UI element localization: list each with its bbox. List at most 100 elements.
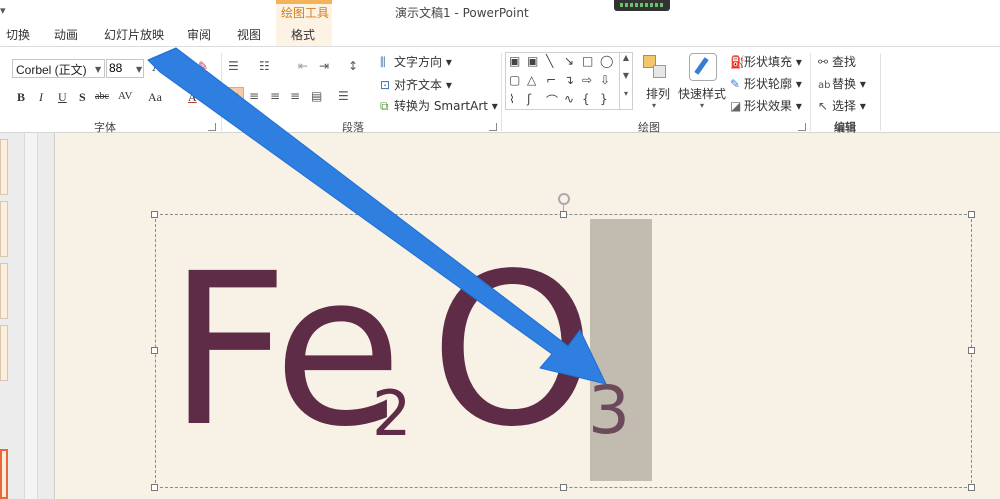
columns-icon[interactable]: ☰	[338, 89, 349, 103]
slide-thumbnail[interactable]	[0, 325, 8, 381]
smartart-icon: ⧉	[380, 99, 389, 113]
slide-thumbnail-active[interactable]	[0, 449, 8, 499]
gallery-down-icon[interactable]: ▼	[620, 71, 632, 89]
bold-button[interactable]: B	[17, 90, 25, 105]
increase-indent-icon[interactable]: ⇥	[319, 59, 329, 73]
clear-formatting-icon[interactable]: ✎	[198, 59, 208, 73]
arc-shape-icon[interactable]: ⌒	[546, 92, 558, 109]
slide-thumbnail[interactable]	[0, 263, 8, 319]
find-label: 查找	[832, 55, 857, 69]
align-text-button[interactable]: ⊡ 对齐文本 ▾	[380, 76, 452, 93]
tab-animations[interactable]: 动画	[54, 26, 78, 43]
font-dialog-launcher-icon[interactable]	[208, 123, 216, 131]
drawing-group-label: 绘图	[638, 121, 660, 134]
tab-slideshow[interactable]: 幻灯片放映	[104, 26, 164, 43]
rounded-rect-shape-icon[interactable]: ▢	[509, 73, 520, 87]
find-button[interactable]: ⚯ 查找	[818, 53, 856, 70]
tab-transitions[interactable]: 切换	[6, 26, 30, 43]
char-spacing-button[interactable]: AV	[118, 90, 132, 102]
shape-effects-button[interactable]: ◪ 形状效果 ▾	[730, 97, 802, 114]
font-size-dropdown-icon[interactable]: ▼	[136, 65, 142, 74]
tab-format[interactable]: 格式	[291, 26, 315, 43]
tab-view[interactable]: 视图	[237, 26, 261, 43]
align-left-icon: ≡	[229, 89, 240, 103]
shape-fill-button[interactable]: ⛽形状填充 ▾	[730, 53, 802, 70]
resize-handle[interactable]	[560, 211, 567, 218]
arrow-line-shape-icon[interactable]: ↘	[564, 54, 574, 68]
slide-thumbnail[interactable]	[0, 201, 8, 257]
gallery-scroll[interactable]: ▲ ▼ ▾	[619, 53, 632, 109]
freeform-shape-icon[interactable]: ⌇	[509, 92, 515, 106]
font-name-dropdown-icon[interactable]: ▼	[95, 65, 101, 74]
resize-handle[interactable]	[968, 347, 975, 354]
arrange-icon	[643, 55, 669, 81]
underline-button[interactable]: U	[58, 90, 67, 105]
gallery-more-icon[interactable]: ▾	[620, 89, 632, 107]
quick-access-caret-icon[interactable]: ▾	[0, 4, 6, 17]
decrease-indent-icon[interactable]: ⇤	[298, 59, 308, 73]
block-arrow-shape-icon[interactable]: ⇨	[582, 73, 592, 87]
title-bar: ▾ 绘图工具 演示文稿1 - PowerPoint 切换 动画 幻灯片放映 审阅…	[0, 0, 1000, 46]
textbox-shape-icon[interactable]: ▣	[509, 54, 520, 68]
shadow-button[interactable]: S	[79, 90, 86, 105]
resize-handle[interactable]	[560, 484, 567, 491]
thumbnail-scrollbar[interactable]	[24, 133, 38, 499]
grow-font-button[interactable]: A	[152, 60, 162, 76]
left-brace-shape-icon[interactable]: {	[582, 92, 590, 106]
justify-icon[interactable]: ≡	[290, 89, 300, 103]
shape-outline-button[interactable]: ✎ 形状轮廓 ▾	[730, 75, 802, 92]
align-text-label: 对齐文本	[394, 78, 443, 92]
formula-fe: Fe	[168, 228, 403, 473]
oval-shape-icon[interactable]: ◯	[600, 54, 613, 68]
curve-shape-icon[interactable]: ∿	[564, 92, 574, 106]
italic-button[interactable]: I	[39, 90, 43, 105]
resize-handle[interactable]	[968, 484, 975, 491]
text-direction-label: 文字方向	[394, 55, 443, 69]
align-center-icon[interactable]: ≡	[249, 89, 259, 103]
font-name-field[interactable]: Corbel (正文)	[12, 59, 105, 78]
change-case-button[interactable]: Aa	[148, 90, 162, 105]
replace-button[interactable]: ab 替换 ▾	[818, 75, 866, 92]
scribble-shape-icon[interactable]: ʃ	[527, 92, 531, 106]
align-right-icon[interactable]: ≡	[270, 89, 280, 103]
arrange-button[interactable]: 排列	[646, 85, 670, 102]
resize-handle[interactable]	[151, 484, 158, 491]
window-title: 演示文稿1 - PowerPoint	[395, 6, 529, 20]
status-lights-icon	[620, 3, 664, 7]
gallery-up-icon[interactable]: ▲	[620, 53, 632, 71]
paragraph-dialog-launcher-icon[interactable]	[489, 123, 497, 131]
triangle-shape-icon[interactable]: △	[527, 73, 536, 87]
paint-bucket-icon: ⛽	[730, 55, 745, 69]
line-spacing-icon[interactable]: ↕	[348, 59, 358, 73]
elbow-connector-shape-icon[interactable]: ⌐	[546, 73, 556, 87]
strikethrough-button[interactable]: abc	[95, 91, 109, 102]
text-direction-button[interactable]: ⫼ 文字方向 ▾	[380, 53, 452, 70]
shapes-gallery[interactable]: ▣ ▣ ╲ ↘ □ ◯ ▢ △ ⌐ ↴ ⇨ ⇩ ⌇ ʃ ⌒ ∿ { }	[505, 52, 633, 110]
quick-styles-button[interactable]: 快速样式	[678, 85, 726, 102]
formula-o: O	[430, 228, 595, 473]
down-arrow-shape-icon[interactable]: ⇩	[600, 73, 610, 87]
elbow-arrow-shape-icon[interactable]: ↴	[564, 73, 574, 87]
numbering-icon[interactable]: ☷	[259, 59, 270, 73]
vertical-textbox-shape-icon[interactable]: ▣	[527, 54, 538, 68]
quick-styles-dropdown-icon[interactable]: ▾	[700, 101, 704, 110]
convert-smartart-button[interactable]: ⧉ 转换为 SmartArt ▾	[380, 97, 498, 114]
select-button[interactable]: ↖ 选择 ▾	[818, 97, 866, 114]
rectangle-shape-icon[interactable]: □	[582, 54, 593, 68]
arrange-dropdown-icon[interactable]: ▾	[652, 101, 656, 110]
slide-thumbnail[interactable]	[0, 139, 8, 195]
font-color-button[interactable]: A	[188, 90, 197, 105]
distributed-icon[interactable]: ▤	[311, 89, 322, 103]
drawing-dialog-launcher-icon[interactable]	[798, 123, 806, 131]
resize-handle[interactable]	[968, 211, 975, 218]
formula-subscript-3-selected[interactable]: 3	[588, 378, 630, 444]
effects-icon: ◪	[730, 99, 742, 113]
rotate-handle-icon[interactable]	[558, 193, 570, 205]
line-shape-icon[interactable]: ╲	[546, 54, 553, 68]
resize-handle[interactable]	[151, 211, 158, 218]
right-brace-shape-icon[interactable]: }	[600, 92, 608, 106]
bullets-icon[interactable]: ☰	[228, 59, 239, 73]
ribbon: Corbel (正文) ▼ 88 ▼ A ✎ B I U S abc AV Aa…	[0, 46, 1000, 134]
tab-review[interactable]: 审阅	[187, 26, 211, 43]
resize-handle[interactable]	[151, 347, 158, 354]
